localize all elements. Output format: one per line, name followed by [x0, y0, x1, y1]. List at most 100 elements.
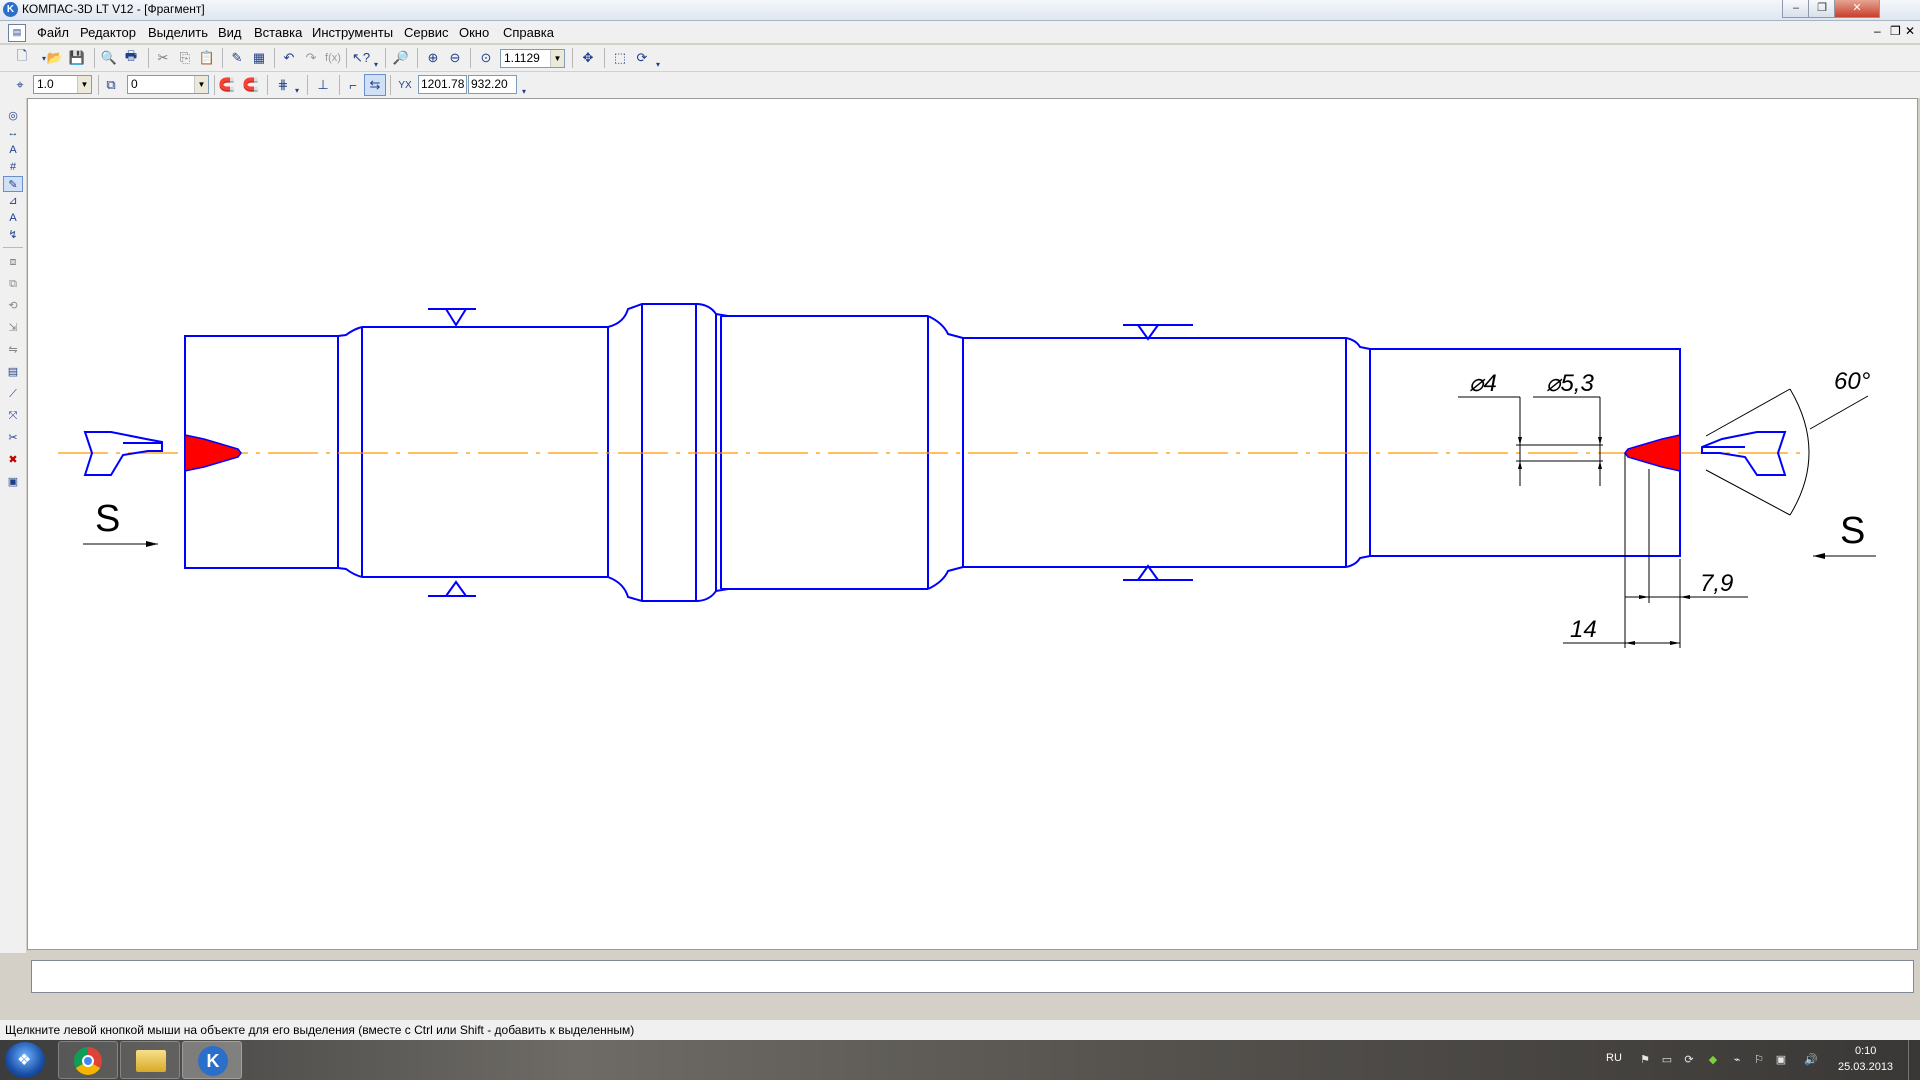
menu-view[interactable]: Вид: [218, 25, 242, 40]
update-icon[interactable]: ⟳: [1682, 1053, 1696, 1067]
coord-x-field[interactable]: 1201.78: [418, 75, 467, 94]
property-bar[interactable]: [31, 960, 1914, 993]
minimize-button[interactable]: –: [1782, 0, 1810, 18]
grid-icon[interactable]: ⋕: [272, 74, 294, 96]
ortho-icon[interactable]: ⌐: [342, 74, 364, 96]
geometry-icon[interactable]: ◎: [3, 108, 23, 124]
rotate-icon[interactable]: ⟲: [3, 298, 23, 314]
menu-window[interactable]: Окно: [459, 25, 489, 40]
copy-icon[interactable]: ⎘: [174, 47, 196, 69]
action-center-icon[interactable]: ⚐: [1752, 1053, 1766, 1067]
cut-icon[interactable]: ✂: [152, 47, 174, 69]
flag-icon[interactable]: ⚑: [1638, 1053, 1652, 1067]
maximize-button[interactable]: ❐: [1808, 0, 1836, 18]
calculator-icon[interactable]: ▦: [248, 47, 270, 69]
layer-combo[interactable]: 0 ▼: [127, 75, 209, 94]
start-button[interactable]: ❖: [5, 1042, 45, 1078]
menu-service[interactable]: Сервис: [404, 25, 449, 40]
doc-restore-icon[interactable]: ❐: [1890, 24, 1901, 38]
drawing[interactable]: ⌀4 ⌀5,3 60° 7,9 14 S S: [28, 99, 1919, 951]
redo-icon[interactable]: ↷: [300, 47, 322, 69]
center-hole-right[interactable]: [1624, 434, 1681, 472]
cursor-step-icon[interactable]: ⌖: [9, 74, 31, 96]
print-icon[interactable]: 🖶: [120, 47, 142, 69]
help-pointer-icon[interactable]: ↖?: [350, 47, 372, 69]
dimensions-icon[interactable]: ↔: [3, 125, 23, 141]
menu-edit[interactable]: Редактор: [80, 25, 136, 40]
move-icon[interactable]: ⧈: [3, 254, 23, 270]
clipboard-icon[interactable]: ▣: [3, 474, 23, 490]
clock-date[interactable]: 25.03.2013: [1838, 1061, 1893, 1073]
disk-icon[interactable]: ▭: [1660, 1053, 1674, 1067]
step-value: 1.0: [37, 77, 54, 91]
folder-icon: [136, 1050, 166, 1072]
menu-file[interactable]: Файл: [37, 25, 69, 40]
variables-icon[interactable]: f(x): [322, 47, 344, 69]
center-hole-left[interactable]: [184, 434, 242, 472]
nvidia-icon[interactable]: ◆: [1706, 1053, 1720, 1067]
paste-icon[interactable]: 📋: [196, 47, 218, 69]
cut-curve-icon[interactable]: ✂: [3, 430, 23, 446]
break-icon[interactable]: ⤧: [3, 408, 23, 424]
language-indicator[interactable]: RU: [1606, 1052, 1622, 1064]
print-preview-icon[interactable]: 🔍: [98, 47, 120, 69]
trim-icon[interactable]: ⟋: [3, 386, 23, 402]
doc-minimize-icon[interactable]: –: [1874, 24, 1881, 38]
local-snap-icon[interactable]: 🧲: [240, 74, 262, 96]
open-icon[interactable]: 📂: [44, 47, 66, 69]
volume-icon[interactable]: 🔊: [1804, 1053, 1818, 1067]
menu-select[interactable]: Выделить: [148, 25, 208, 40]
local-cs-icon[interactable]: ⊥: [312, 74, 334, 96]
delete-icon[interactable]: ✖: [3, 452, 23, 468]
kompas-icon[interactable]: K: [3, 2, 18, 17]
document-icon[interactable]: ▤: [8, 24, 26, 42]
measure-icon[interactable]: A: [3, 210, 23, 226]
close-button[interactable]: ✕: [1834, 0, 1880, 18]
parametrize-icon[interactable]: ⊿: [3, 193, 23, 209]
new-document-icon[interactable]: 🗋: [11, 47, 33, 69]
angle-label: 60°: [1834, 368, 1871, 395]
zoom-window-icon[interactable]: 🔎: [390, 47, 412, 69]
edit-icon[interactable]: ✎: [3, 176, 23, 192]
zoom-in-icon[interactable]: ⊕: [422, 47, 444, 69]
copy-objects-icon[interactable]: ⧉: [3, 276, 23, 292]
doc-close-icon[interactable]: ✕: [1905, 24, 1915, 38]
designations-icon[interactable]: A: [3, 142, 23, 158]
length-large-label: 14: [1570, 616, 1597, 643]
hatch-icon[interactable]: #: [3, 159, 23, 175]
menu-tools[interactable]: Инструменты: [312, 25, 393, 40]
zoom-scale-icon[interactable]: ⊙: [475, 47, 497, 69]
select-icon[interactable]: ↯: [3, 227, 23, 243]
zoom-out-icon[interactable]: ⊖: [444, 47, 466, 69]
show-desktop-button[interactable]: [1908, 1040, 1920, 1080]
step-combo[interactable]: 1.0 ▼: [33, 75, 92, 94]
dimension-lines[interactable]: [83, 388, 1876, 648]
layers-icon[interactable]: ⧉: [100, 74, 122, 96]
refresh-icon[interactable]: ⟳: [631, 47, 653, 69]
parametric-mode-icon[interactable]: ⇆: [364, 74, 386, 96]
coord-y-field[interactable]: 932.20: [468, 75, 517, 94]
menu-insert[interactable]: Вставка: [254, 25, 302, 40]
show-all-icon[interactable]: ⬚: [609, 47, 631, 69]
chevron-down-icon[interactable]: ▼: [77, 76, 91, 93]
properties-icon[interactable]: ✎: [226, 47, 248, 69]
scale-icon[interactable]: ⇲: [3, 320, 23, 336]
taskbar-chrome[interactable]: [58, 1041, 118, 1079]
save-icon[interactable]: 💾: [66, 47, 88, 69]
title-bar[interactable]: K КОМПАС-3D LT V12 - [Фрагмент] – ❐ ✕: [0, 0, 1920, 21]
taskbar-kompas[interactable]: K: [182, 1041, 242, 1079]
pan-icon[interactable]: ✥: [577, 47, 599, 69]
zoom-combo[interactable]: 1.1129 ▼: [500, 49, 565, 68]
menu-help[interactable]: Справка: [503, 25, 554, 40]
network-icon[interactable]: ▣: [1774, 1053, 1788, 1067]
chevron-down-icon[interactable]: ▼: [550, 50, 564, 67]
snap-magnet-icon[interactable]: 🧲: [216, 74, 238, 96]
clock-time[interactable]: 0:10: [1855, 1045, 1876, 1057]
undo-icon[interactable]: ↶: [278, 47, 300, 69]
chevron-down-icon[interactable]: ▼: [194, 76, 208, 93]
usb-icon[interactable]: ⌁: [1730, 1053, 1744, 1067]
drawing-canvas[interactable]: ⌀4 ⌀5,3 60° 7,9 14 S S: [27, 98, 1918, 950]
symmetry-icon[interactable]: ⇋: [3, 342, 23, 358]
deform-icon[interactable]: ▤: [3, 364, 23, 380]
taskbar-explorer[interactable]: [120, 1041, 180, 1079]
